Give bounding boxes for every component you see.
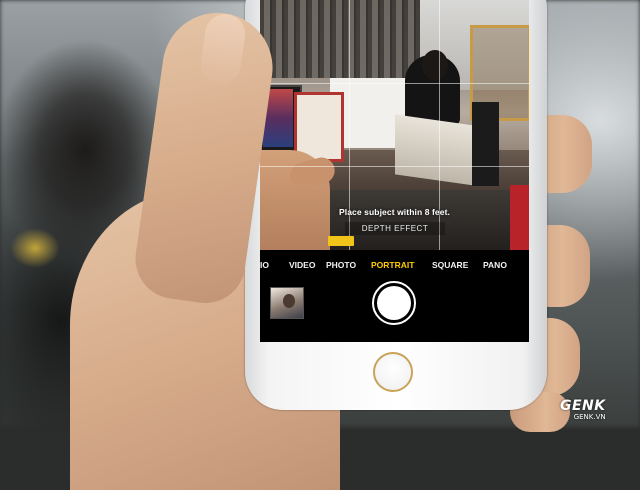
depth-effect-label: DEPTH EFFECT — [345, 222, 445, 235]
thumbnail-subject — [283, 294, 295, 308]
scene-patterned-wall — [260, 0, 420, 78]
home-button[interactable] — [373, 352, 413, 392]
mode-square[interactable]: SQUARE — [432, 260, 468, 270]
grid-line — [260, 83, 529, 84]
camera-screen: Place subject within 8 feet. DEPTH EFFEC… — [260, 0, 529, 342]
depth-effect-indicator — [328, 236, 354, 246]
scene-dark-box — [472, 102, 499, 186]
mode-portrait[interactable]: PORTRAIT — [371, 260, 414, 270]
scene-person-head — [422, 50, 448, 80]
grid-line — [260, 166, 529, 167]
mode-timelapse[interactable]: IO — [260, 260, 269, 270]
camera-viewfinder[interactable]: Place subject within 8 feet. DEPTH EFFEC… — [260, 0, 529, 250]
watermark-logo: GENK — [560, 398, 606, 414]
portrait-hint-text: Place subject within 8 feet. — [339, 207, 450, 217]
watermark-site: GENK.VN — [573, 413, 606, 421]
site-watermark: GENK GENK.VN — [560, 398, 606, 421]
shutter-button[interactable] — [377, 286, 411, 320]
camera-mode-selector: IO VIDEO PHOTO PORTRAIT SQUARE PANO — [260, 256, 529, 274]
scene-floor — [330, 190, 510, 250]
mode-pano[interactable]: PANO — [483, 260, 507, 270]
mode-photo[interactable]: PHOTO — [326, 260, 356, 270]
background-yellow-object — [10, 228, 60, 268]
mode-video[interactable]: VIDEO — [289, 260, 315, 270]
scene-box — [395, 114, 475, 186]
scene-red-object — [510, 185, 529, 250]
